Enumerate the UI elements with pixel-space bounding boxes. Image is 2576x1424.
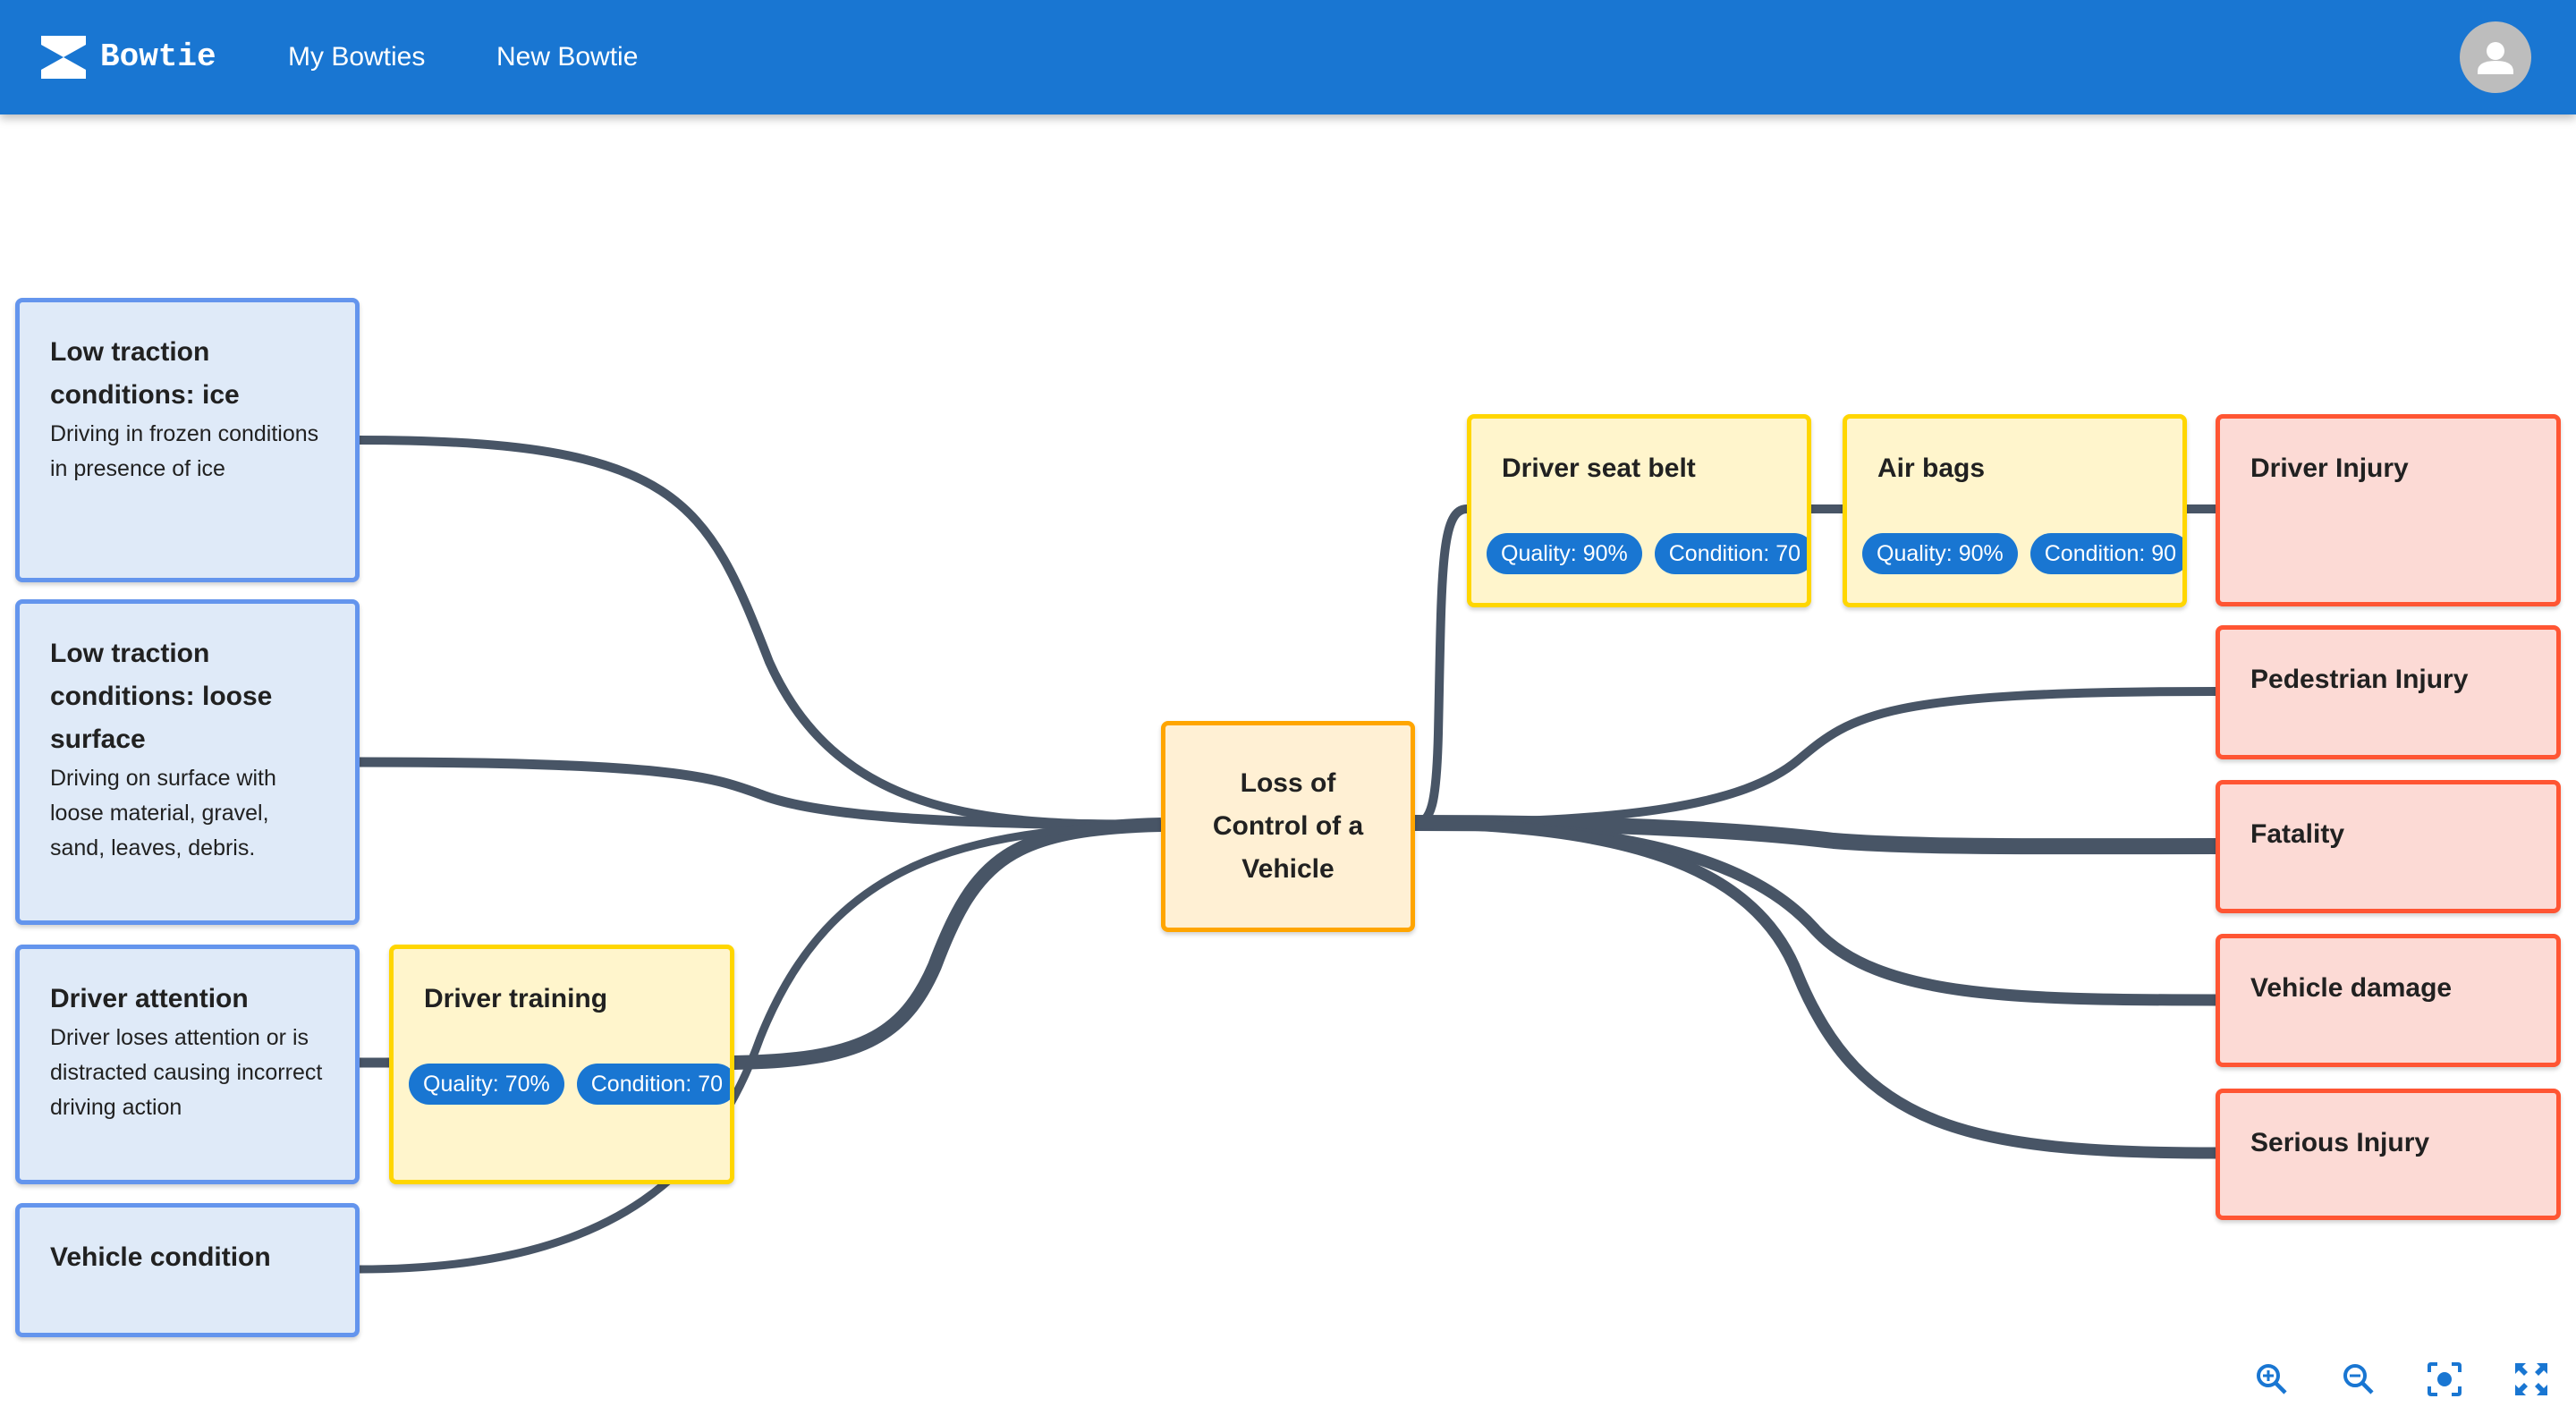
cause-node-vehicle-condition[interactable]: Vehicle condition <box>15 1203 360 1337</box>
barrier-node-air-bags[interactable]: Air bags Quality: 90% Condition: 90 <box>1843 414 2187 607</box>
barrier-badges: Quality: 90% Condition: 70 <box>1487 533 1807 574</box>
cause-node-ice[interactable]: Low traction conditions: ice Driving in … <box>15 298 360 582</box>
zoom-out-button[interactable] <box>2341 1361 2377 1397</box>
link-event-seatbelt <box>1414 504 1468 827</box>
fullscreen-icon <box>2515 1363 2547 1395</box>
condition-badge: Condition: 90 <box>2029 533 2182 574</box>
quality-badge: Quality: 70% <box>409 1064 564 1105</box>
app-bar: Bowtie My Bowties New Bowtie <box>0 0 2576 114</box>
zoom-in-icon <box>2257 1364 2287 1394</box>
quality-badge: Quality: 90% <box>1487 533 1642 574</box>
top-event-node[interactable]: Loss of Control of a Vehicle <box>1161 721 1415 932</box>
barrier-title: Driver seat belt <box>1502 453 1696 483</box>
bowtie-logo-icon[interactable] <box>41 36 86 79</box>
cause-description: Driver loses attention or is distracted … <box>50 1025 323 1120</box>
cause-description: Driving on surface with loose material, … <box>50 766 276 860</box>
link-cause-loose <box>359 757 1162 830</box>
center-focus-icon <box>2428 1362 2462 1396</box>
top-event-title: Loss of Control of a Vehicle <box>1212 768 1364 884</box>
cause-title: Vehicle condition <box>50 1242 271 1272</box>
barrier-badges: Quality: 70% Condition: 70 <box>409 1064 730 1105</box>
zoom-out-icon <box>2343 1364 2374 1394</box>
consequence-title: Serious Injury <box>2250 1128 2430 1157</box>
barrier-node-driver-training[interactable]: Driver training Quality: 70% Condition: 7… <box>389 945 734 1184</box>
brand-title[interactable]: Bowtie <box>100 36 216 79</box>
consequence-node-pedestrian-injury[interactable]: Pedestrian Injury <box>2216 625 2561 759</box>
link-barrier-training <box>733 818 1162 1070</box>
consequence-title: Pedestrian Injury <box>2250 665 2469 694</box>
avatar[interactable] <box>2460 21 2531 93</box>
consequence-node-serious-injury[interactable]: Serious Injury <box>2216 1089 2561 1220</box>
nav-new-bowtie[interactable]: New Bowtie <box>496 36 638 79</box>
view-controls <box>0 1361 2576 1397</box>
cause-node-loose-surface[interactable]: Low traction conditions: loose surface D… <box>15 599 360 925</box>
barrier-badges: Quality: 90% Condition: 90 <box>1862 533 2182 574</box>
quality-badge: Quality: 90% <box>1862 533 2018 574</box>
fullscreen-button[interactable] <box>2513 1361 2549 1397</box>
link-event-serious-injury <box>1414 817 2216 1159</box>
condition-badge: Condition: 70 <box>576 1064 730 1105</box>
consequence-node-vehicle-damage[interactable]: Vehicle damage <box>2216 934 2561 1067</box>
barrier-node-seat-belt[interactable]: Driver seat belt Quality: 90% Condition: … <box>1467 414 1811 607</box>
link-event-pedestrian <box>1414 687 2216 827</box>
consequence-node-fatality[interactable]: Fatality <box>2216 780 2561 913</box>
condition-badge: Condition: 70 <box>1654 533 1807 574</box>
cause-title: Driver attention <box>50 984 249 1013</box>
cause-node-driver-attention[interactable]: Driver attention Driver loses attention … <box>15 945 360 1184</box>
consequence-node-driver-injury[interactable]: Driver Injury <box>2216 414 2561 606</box>
account-icon <box>2478 42 2513 74</box>
diagram-links <box>359 436 2216 1274</box>
cause-title: Low traction conditions: ice <box>50 337 240 410</box>
consequence-title: Vehicle damage <box>2250 973 2453 1003</box>
consequence-title: Driver Injury <box>2250 453 2409 483</box>
barrier-title: Air bags <box>1877 453 1986 483</box>
consequence-title: Fatality <box>2250 819 2345 849</box>
barrier-title: Driver training <box>424 984 608 1013</box>
cause-title: Low traction conditions: loose surface <box>50 639 273 754</box>
center-focus-button[interactable] <box>2427 1361 2462 1397</box>
zoom-in-button[interactable] <box>2254 1361 2290 1397</box>
nav-my-bowties[interactable]: My Bowties <box>288 36 425 79</box>
cause-description: Driving in frozen conditions in presence… <box>50 421 319 481</box>
